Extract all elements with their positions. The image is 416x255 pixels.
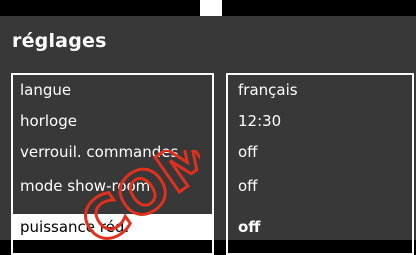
value-horloge: 12:30 (238, 112, 282, 130)
value-langue: français (238, 81, 298, 99)
settings-values: français 12:30 off off off (226, 73, 414, 255)
pin-marker (200, 0, 222, 16)
settings-item-horloge[interactable]: horloge (13, 108, 212, 134)
settings-item-verrouil-commandes[interactable]: verrouil. commandes (13, 139, 212, 165)
settings-list: langue horloge verrouil. commandes mode … (11, 73, 214, 255)
settings-item-langue[interactable]: langue (13, 77, 212, 103)
settings-item-puissance-red[interactable]: puissance réd. (13, 214, 212, 240)
settings-panel: réglages langue horloge verrouil. comman… (0, 16, 416, 255)
top-bar (0, 0, 416, 16)
settings-item-mode-show-room[interactable]: mode show-room (13, 173, 212, 199)
page-title: réglages (12, 30, 107, 52)
value-puissance-red: off (238, 218, 261, 236)
value-verrouil-commandes: off (238, 143, 258, 161)
value-mode-show-room: off (238, 177, 258, 195)
